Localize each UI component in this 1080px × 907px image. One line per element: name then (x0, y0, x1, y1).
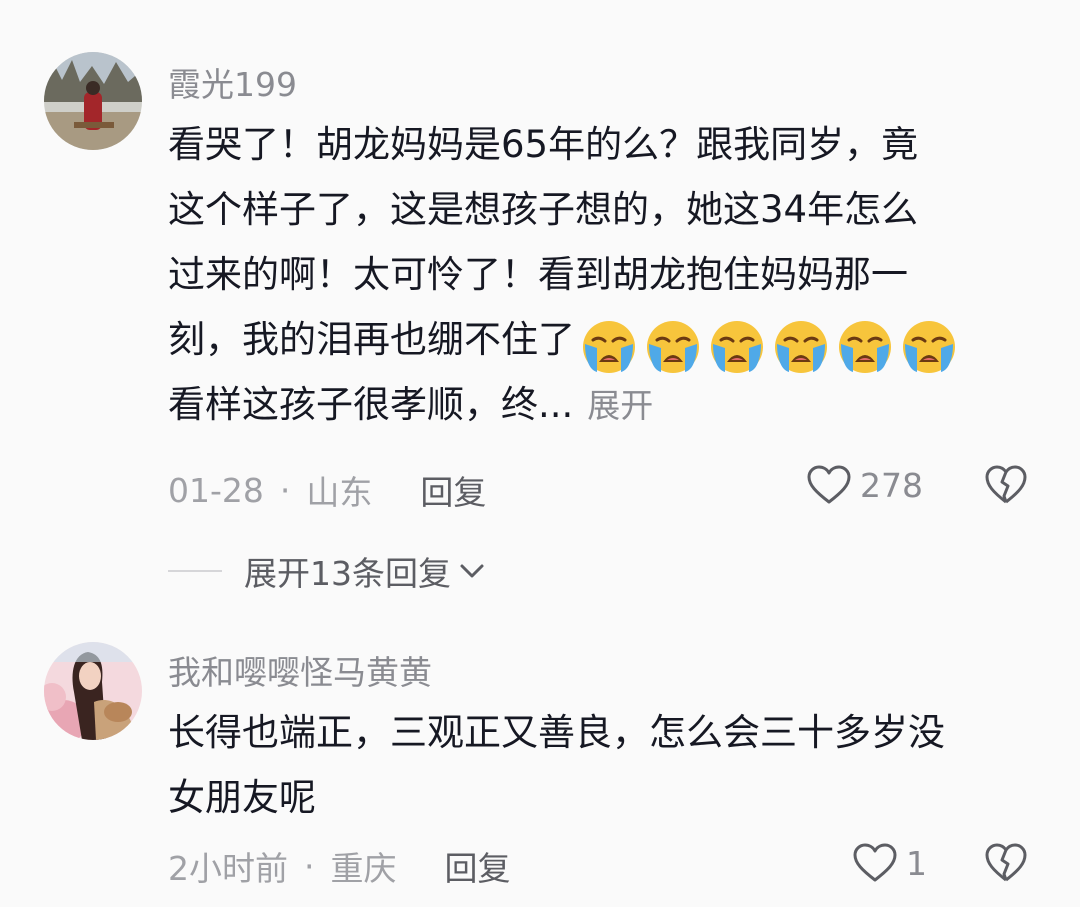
loudly-crying-face-icon (839, 321, 891, 373)
comment-text: 长得也端正，三观正又善良，怎么会三十多岁没 女朋友呢 (168, 700, 1028, 830)
comment-line: 看样这孩子很孝顺，终... 展开 (168, 372, 1028, 437)
comment-location: 山东 (306, 473, 373, 512)
avatar[interactable] (44, 52, 142, 150)
comment-line: 看样这孩子很孝顺，终... (168, 383, 574, 426)
separator-dot: · (279, 470, 291, 510)
loudly-crying-face-icon (903, 321, 955, 373)
dislike-button[interactable] (984, 842, 1028, 888)
comment-location: 重庆 (330, 849, 397, 888)
heart-icon (807, 465, 851, 504)
avatar[interactable] (44, 642, 142, 740)
username[interactable]: 我和嘤嘤怪马黄黄 (168, 646, 432, 694)
expand-replies-label: 展开13条回复 (244, 554, 451, 593)
comment-line: 这个样子了，这是想孩子想的，她这34年怎么 (168, 188, 919, 231)
comment-line: 长得也端正，三观正又善良，怎么会三十多岁没 (168, 711, 945, 754)
separator-dot: · (304, 846, 315, 886)
comment-text: 看哭了！胡龙妈妈是65年的么？跟我同岁，竟 这个样子了，这是想孩子想的，她这34… (168, 112, 1028, 437)
comment-line: 刻，我的泪再也绷不住了 (168, 318, 575, 361)
comment-date: 01-28 (168, 470, 264, 510)
username[interactable]: 霞光199 (168, 58, 297, 106)
expand-text-link[interactable]: 展开 (587, 386, 653, 425)
reply-button[interactable]: 回复 (420, 466, 486, 514)
loudly-crying-face-icon (583, 321, 635, 373)
comment-date: 2小时前 (168, 849, 288, 888)
like-count: 1 (906, 843, 927, 883)
comment-line: 过来的啊！太可怜了！看到胡龙抱住妈妈那一 (168, 253, 908, 296)
broken-heart-icon (985, 843, 1027, 882)
dislike-button[interactable] (984, 464, 1028, 510)
reply-button[interactable]: 回复 (445, 842, 511, 890)
heart-icon (853, 843, 897, 882)
loudly-crying-face-icon (775, 321, 827, 373)
expand-replies-button[interactable]: 展开13条回复 (168, 547, 485, 595)
comment-meta: 01-28 · 山东 回复 (168, 466, 486, 514)
loudly-crying-face-icon (711, 321, 763, 373)
like-count: 278 (860, 465, 923, 505)
divider-line (168, 570, 222, 572)
comment-line: 看哭了！胡龙妈妈是65年的么？跟我同岁，竟 (168, 123, 919, 166)
like-button[interactable]: 1 (852, 842, 927, 884)
chevron-down-icon (460, 564, 484, 578)
comment-line: 女朋友呢 (168, 776, 316, 819)
emoji-row (579, 313, 963, 373)
broken-heart-icon (985, 465, 1027, 504)
comment-line-with-emoji: 刻，我的泪再也绷不住了 (168, 307, 1028, 373)
comment-meta: 2小时前 · 重庆 回复 (168, 842, 511, 890)
like-button[interactable]: 278 (806, 464, 923, 506)
loudly-crying-face-icon (647, 321, 699, 373)
